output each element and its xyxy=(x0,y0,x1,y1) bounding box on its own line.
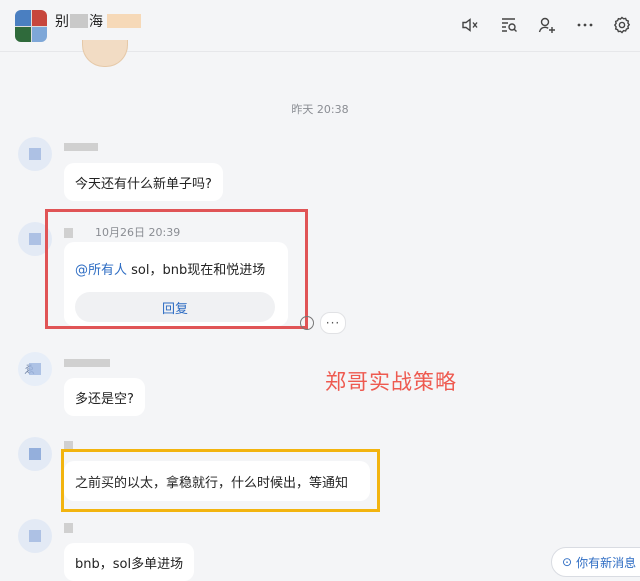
time-separator: 昨天 20:38 xyxy=(291,103,349,116)
avatar[interactable] xyxy=(18,437,52,471)
message-text: 今天还有什么新单子吗? xyxy=(75,176,212,192)
sender-name-redaction xyxy=(64,143,98,151)
new-message-button[interactable]: ⊙ 你有新消息 xyxy=(551,547,640,577)
avatar[interactable] xyxy=(18,137,52,171)
arrow-down-circle-icon: ⊙ xyxy=(562,555,573,569)
sender-name xyxy=(64,521,73,534)
message-text: bnb，sol多单进场 xyxy=(75,556,184,572)
sender-name-redaction xyxy=(64,359,110,367)
sender-name xyxy=(64,140,98,153)
sticker-image[interactable] xyxy=(82,40,128,67)
overlay-caption: 郑哥实战策略 xyxy=(325,370,457,394)
group-avatar[interactable] xyxy=(15,10,47,42)
more-icon[interactable] xyxy=(574,14,596,36)
speaker-icon[interactable] xyxy=(459,14,481,36)
title-redaction xyxy=(70,14,88,28)
avatar[interactable] xyxy=(18,519,52,553)
settings-icon[interactable] xyxy=(611,14,633,36)
search-history-icon[interactable] xyxy=(498,14,520,36)
highlight-box-red xyxy=(45,209,308,329)
sender-name xyxy=(64,356,110,369)
avatar-letter: ゑ xyxy=(24,363,35,376)
message-text: 多还是空? xyxy=(75,391,134,407)
message-hover-actions: ··· xyxy=(300,312,346,334)
avatar[interactable]: ゑ xyxy=(18,352,52,386)
message-bubble[interactable]: 多还是空? xyxy=(64,378,145,416)
chat-title-start: 别 xyxy=(55,14,69,30)
chat-title[interactable]: 别海 xyxy=(55,11,141,31)
chat-title-end: 海 xyxy=(89,14,103,30)
sender-name-redaction xyxy=(64,523,73,533)
message-bubble[interactable]: bnb，sol多单进场 xyxy=(64,543,195,581)
emoji-reaction-icon[interactable] xyxy=(300,316,314,330)
highlight-box-yellow xyxy=(61,449,380,512)
title-redaction-emoji xyxy=(107,14,141,28)
add-member-icon[interactable] xyxy=(536,14,558,36)
message-more-icon[interactable]: ··· xyxy=(320,312,346,334)
message-bubble[interactable]: 今天还有什么新单子吗? xyxy=(64,163,223,201)
